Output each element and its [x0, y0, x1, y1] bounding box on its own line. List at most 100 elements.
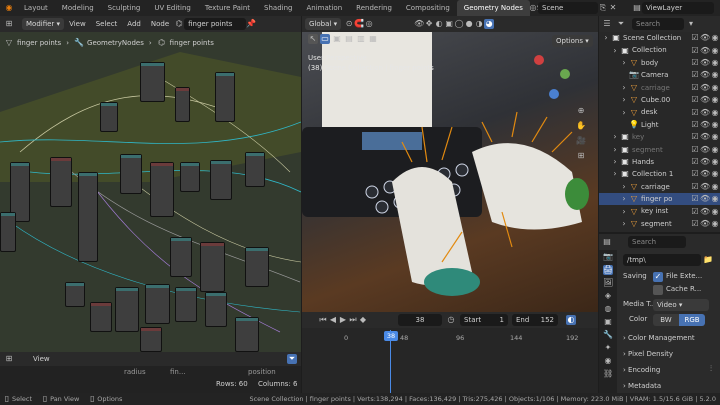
jump-start-icon[interactable]: ⏮ — [318, 315, 328, 325]
select-intersect-icon[interactable]: ▦ — [368, 34, 378, 44]
constraints-tab-icon[interactable]: ⛓ — [603, 369, 613, 379]
expand-arrow-icon[interactable]: › — [601, 33, 611, 43]
node-editor-canvas[interactable]: ▽ finger points › 🔧 GeometryNodes › ⌬ fi… — [0, 32, 301, 352]
visibility-eye-icon[interactable]: 👁 — [700, 83, 710, 93]
output-path-field[interactable]: /tmp\ — [623, 254, 701, 266]
playhead-frame-badge[interactable]: 38 — [384, 331, 398, 341]
expand-arrow-icon[interactable]: › — [619, 194, 629, 204]
color-rgb-button[interactable]: RGB — [679, 313, 705, 326]
filter-icon[interactable]: ⏷ — [616, 19, 626, 29]
render-camera-icon[interactable]: ◉ — [710, 132, 720, 142]
start-frame-field[interactable]: Start 1 — [460, 314, 508, 326]
exclude-checkbox-icon[interactable]: ☑ — [690, 33, 700, 43]
snap-options-icon[interactable]: ◐ — [566, 315, 576, 325]
workspace-tab[interactable]: Layout — [17, 0, 55, 16]
current-frame-field[interactable]: 38 — [398, 314, 442, 326]
node[interactable] — [235, 317, 259, 352]
expand-arrow-icon[interactable]: › — [610, 46, 620, 56]
exclude-checkbox-icon[interactable]: ☑ — [690, 120, 700, 130]
pin-icon[interactable]: 📌 — [246, 19, 256, 29]
render-camera-icon[interactable]: ◉ — [710, 108, 720, 118]
outliner-search-input[interactable]: Search — [632, 18, 684, 30]
outliner-item[interactable]: › ▽ carriage ☑ 👁 ◉ — [599, 181, 720, 193]
shading-wire-icon[interactable]: ◯ — [454, 19, 464, 29]
play-icon[interactable]: ▶ — [338, 315, 348, 325]
render-camera-icon[interactable]: ◉ — [710, 145, 720, 155]
node[interactable] — [120, 154, 142, 194]
expand-arrow-icon[interactable]: › — [610, 132, 620, 142]
expand-arrow-icon[interactable] — [619, 120, 629, 130]
outliner-filter-icon[interactable]: ▾ — [686, 19, 696, 29]
render-camera-icon[interactable]: ◉ — [710, 207, 720, 217]
editor-type-icon[interactable]: ⊞ — [4, 19, 14, 29]
proportional-edit-icon[interactable]: ◎ — [364, 19, 374, 29]
exclude-checkbox-icon[interactable]: ☑ — [690, 46, 700, 56]
outliner-item[interactable]: › ▣ Hands ☑ 👁 ◉ — [599, 156, 720, 168]
outliner-item[interactable]: › ▽ desk ☑ 👁 ◉ — [599, 106, 720, 118]
visibility-eye-icon[interactable]: 👁 — [700, 169, 710, 179]
outliner-item[interactable]: 📷 Camera ☑ 👁 ◉ — [599, 69, 720, 81]
render-camera-icon[interactable]: ◉ — [710, 157, 720, 167]
encoding-presets-icon[interactable]: ⫶ — [706, 364, 716, 374]
visibility-eye-icon[interactable]: 👁 — [700, 132, 710, 142]
panel-color-management[interactable]: › Color Management — [623, 332, 716, 345]
render-camera-icon[interactable]: ◉ — [710, 194, 720, 204]
exclude-checkbox-icon[interactable]: ☑ — [690, 207, 700, 217]
workspace-tab[interactable]: Modeling — [55, 0, 101, 16]
outliner-item[interactable]: › ▽ Cube.00 ☑ 👁 ◉ — [599, 94, 720, 106]
exclude-checkbox-icon[interactable]: ☑ — [690, 145, 700, 155]
node[interactable] — [215, 72, 235, 122]
node[interactable] — [245, 152, 265, 187]
spreadsheet-menu-view[interactable]: View — [28, 355, 55, 363]
render-camera-icon[interactable]: ◉ — [710, 219, 720, 229]
node[interactable] — [245, 247, 269, 287]
menu-view[interactable]: View — [64, 20, 91, 28]
outliner-item[interactable]: 💡 Light ☑ 👁 ◉ — [599, 119, 720, 131]
properties-search-input[interactable]: Search — [628, 236, 686, 248]
node[interactable] — [170, 237, 192, 277]
menu-add[interactable]: Add — [122, 20, 146, 28]
exclude-checkbox-icon[interactable]: ☑ — [690, 95, 700, 105]
expand-arrow-icon[interactable]: › — [619, 58, 629, 68]
exclude-checkbox-icon[interactable]: ☑ — [690, 157, 700, 167]
visibility-eye-icon[interactable]: 👁 — [700, 194, 710, 204]
box-select-icon[interactable]: ▭ — [320, 34, 330, 44]
visibility-icon[interactable]: 👁 — [414, 19, 424, 29]
exclude-checkbox-icon[interactable]: ☑ — [690, 219, 700, 229]
folder-icon[interactable]: 📁 — [703, 255, 713, 265]
orientation-dropdown[interactable]: Global ▾ — [305, 18, 342, 30]
node[interactable] — [50, 157, 72, 207]
node-group-field[interactable]: finger points — [184, 18, 247, 30]
render-camera-icon[interactable]: ◉ — [710, 95, 720, 105]
modifier-tab-icon[interactable]: 🔧 — [603, 330, 613, 340]
panel-encoding[interactable]: › Encoding ⫶ — [623, 364, 716, 377]
exclude-checkbox-icon[interactable]: ☑ — [690, 58, 700, 68]
editor-mode-dropdown[interactable]: Modifier ▾ — [22, 18, 65, 30]
exclude-checkbox-icon[interactable]: ☑ — [690, 169, 700, 179]
select-extend-icon[interactable]: ▣ — [332, 34, 342, 44]
outliner-item[interactable]: › ▣ segment ☑ 👁 ◉ — [599, 144, 720, 156]
exclude-checkbox-icon[interactable]: ☑ — [690, 70, 700, 80]
physics-tab-icon[interactable]: ◉ — [603, 356, 613, 366]
view-layer-tab-icon[interactable]: 🖼 — [603, 278, 613, 288]
world-tab-icon[interactable]: ◍ — [603, 304, 613, 314]
render-camera-icon[interactable]: ◉ — [710, 120, 720, 130]
expand-arrow-icon[interactable]: › — [619, 182, 629, 192]
cache-checkbox[interactable] — [653, 284, 663, 295]
outliner-item[interactable]: › ▣ Collection ☑ 👁 ◉ — [599, 44, 720, 56]
visibility-eye-icon[interactable]: 👁 — [700, 219, 710, 229]
workspace-tab[interactable]: Texture Paint — [198, 0, 257, 16]
scene-options-icon[interactable]: ⎘ — [598, 3, 608, 13]
render-camera-icon[interactable]: ◉ — [710, 182, 720, 192]
exclude-checkbox-icon[interactable]: ☑ — [690, 132, 700, 142]
outliner-item[interactable]: › ▣ Collection 1 ☑ 👁 ◉ — [599, 168, 720, 180]
visibility-eye-icon[interactable]: 👁 — [700, 95, 710, 105]
expand-arrow-icon[interactable]: › — [619, 108, 629, 118]
node[interactable] — [145, 284, 170, 324]
pivot-icon[interactable]: ⊙ — [344, 19, 354, 29]
particles-tab-icon[interactable]: ✦ — [603, 343, 613, 353]
workspace-tab[interactable]: Compositing — [399, 0, 457, 16]
workspace-tab[interactable]: Shading — [257, 0, 299, 16]
play-reverse-icon[interactable]: ◀ — [328, 315, 338, 325]
workspace-tab[interactable]: UV Editing — [147, 0, 198, 16]
